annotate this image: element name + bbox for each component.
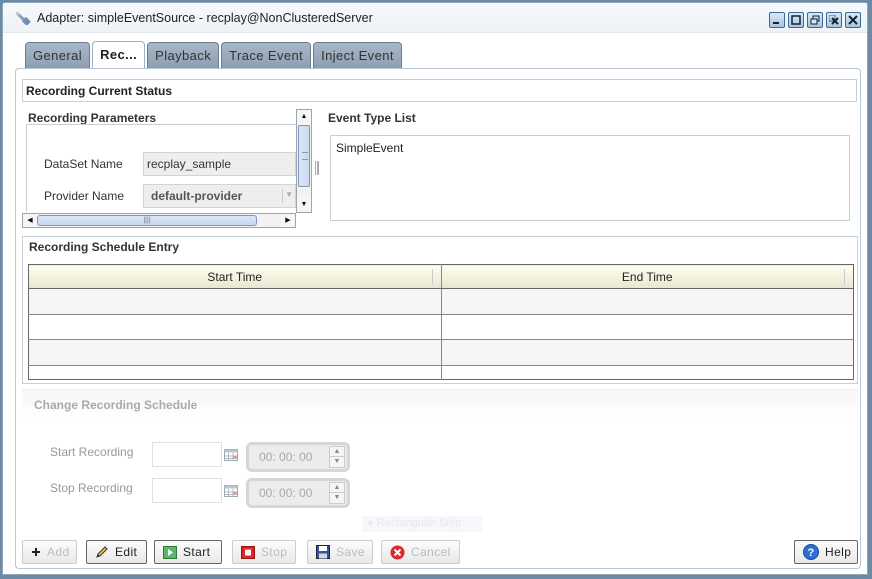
close-all-button[interactable] [826,12,842,28]
start-time-cell [28,313,441,340]
dataset-name-label: DataSet Name [44,157,123,171]
column-header-start-time[interactable]: Start Time [28,264,441,290]
tab-bar: General Rec... Playback Trace Event Inje… [25,41,402,70]
play-icon [163,545,177,559]
title-bar[interactable]: Adapter: simpleEventSource - recplay@Non… [3,3,867,33]
schedule-table: Start Time End Time [28,264,854,380]
start-recording-date-input[interactable] [152,442,222,467]
svg-text:?: ? [807,547,814,559]
provider-name-value: default-provider [151,189,243,203]
restore-button[interactable] [807,12,823,28]
adapter-window: Adapter: simpleEventSource - recplay@Non… [2,2,868,575]
spin-up-icon[interactable]: ▲ [330,483,344,493]
calendar-icon[interactable] [224,449,238,461]
maximize-icon [791,15,801,25]
scroll-right-icon[interactable]: ▶ [281,214,295,227]
scroll-down-icon[interactable]: ▼ [297,198,311,212]
recording-parameters-title: Recording Parameters [28,111,157,125]
spin-up-icon[interactable]: ▲ [330,447,344,457]
help-icon: ? [803,544,819,560]
window-title: Adapter: simpleEventSource - recplay@Non… [37,11,373,25]
start-time-cell [28,339,441,366]
recording-current-status: Recording Current Status [22,79,857,102]
stop-recording-time-spinner[interactable]: 00: 00: 00 ▲ ▼ [246,478,350,508]
event-type-item[interactable]: SimpleEvent [336,141,844,155]
tab-playback[interactable]: Playback [147,42,220,69]
splitter-handle[interactable] [315,161,319,175]
table-row[interactable] [28,288,854,315]
table-row[interactable] [28,339,854,366]
column-header-end-time[interactable]: End Time [440,264,854,290]
horizontal-scroll-thumb[interactable]: |||| [37,215,257,226]
cancel-button[interactable]: Cancel [381,540,460,564]
event-type-list[interactable]: SimpleEvent [330,135,850,221]
restore-icon [810,15,820,25]
end-time-cell [440,364,854,380]
grip-icon [302,152,308,160]
scroll-left-icon[interactable]: ◀ [23,214,37,227]
cancel-icon [390,545,405,559]
window-controls [769,12,861,28]
edit-button[interactable]: Edit [86,540,147,564]
scroll-up-icon[interactable]: ▲ [297,110,311,124]
recording-schedule-title: Recording Schedule Entry [29,240,180,254]
start-time-cell [28,364,441,380]
rectangular-snip-overlay: ● Rectangular Snip [362,516,482,532]
save-button[interactable]: Save [307,540,373,564]
provider-name-select[interactable]: default-provider ▼ [143,184,296,208]
change-recording-schedule-title: Change Recording Schedule [22,389,858,419]
calendar-icon[interactable] [224,485,238,497]
start-time-value: 00: 00: 00 [259,450,313,464]
stop-icon [241,545,255,559]
start-recording-time-spinner[interactable]: 00: 00: 00 ▲ ▼ [246,442,350,472]
select-separator [282,189,283,203]
close-icon [848,15,858,25]
dataset-name-field[interactable]: recplay_sample [143,152,296,176]
parameters-horizontal-scrollbar[interactable]: ◀ |||| ▶ [22,213,296,228]
end-time-cell [440,288,854,315]
stop-recording-label: Stop Recording [50,481,133,495]
plus-icon [32,548,40,556]
floppy-disk-icon [316,545,330,559]
pencil-icon [96,546,108,558]
spin-down-icon[interactable]: ▼ [330,493,344,503]
start-time-cell [28,288,441,315]
add-button[interactable]: Add [22,540,77,564]
table-row[interactable] [28,364,854,380]
tab-recording[interactable]: Rec... [92,41,146,70]
tab-general[interactable]: General [25,42,91,69]
minimize-icon [773,22,779,24]
end-time-cell [440,313,854,340]
vertical-scroll-thumb[interactable] [298,125,310,187]
provider-name-label: Provider Name [44,189,125,203]
close-button[interactable] [845,12,861,28]
start-recording-label: Start Recording [50,445,134,459]
chevron-down-icon: ▼ [285,190,293,199]
event-type-list-title: Event Type List [328,111,416,125]
recording-schedule-entry: Recording Schedule Entry Start Time End … [22,236,858,384]
recording-panel: Recording Current Status Recording Param… [15,68,861,569]
spinner-buttons: ▲ ▼ [329,482,345,504]
start-button[interactable]: Start [154,540,222,564]
stop-recording-date-input[interactable] [152,478,222,503]
table-row[interactable] [28,313,854,340]
minimize-button[interactable] [769,12,785,28]
tab-trace-event[interactable]: Trace Event [221,42,312,69]
maximize-button[interactable] [788,12,804,28]
help-button[interactable]: ? Help [794,540,858,564]
spin-down-icon[interactable]: ▼ [330,457,344,467]
spinner-buttons: ▲ ▼ [329,446,345,468]
adapter-plug-icon [15,11,31,25]
close-all-icon [829,15,839,25]
stop-time-value: 00: 00: 00 [259,486,313,500]
end-time-cell [440,339,854,366]
parameters-vertical-scrollbar[interactable]: ▲ ▼ [296,109,312,213]
stop-button[interactable]: Stop [232,540,296,564]
tab-inject-event[interactable]: Inject Event [313,42,402,69]
